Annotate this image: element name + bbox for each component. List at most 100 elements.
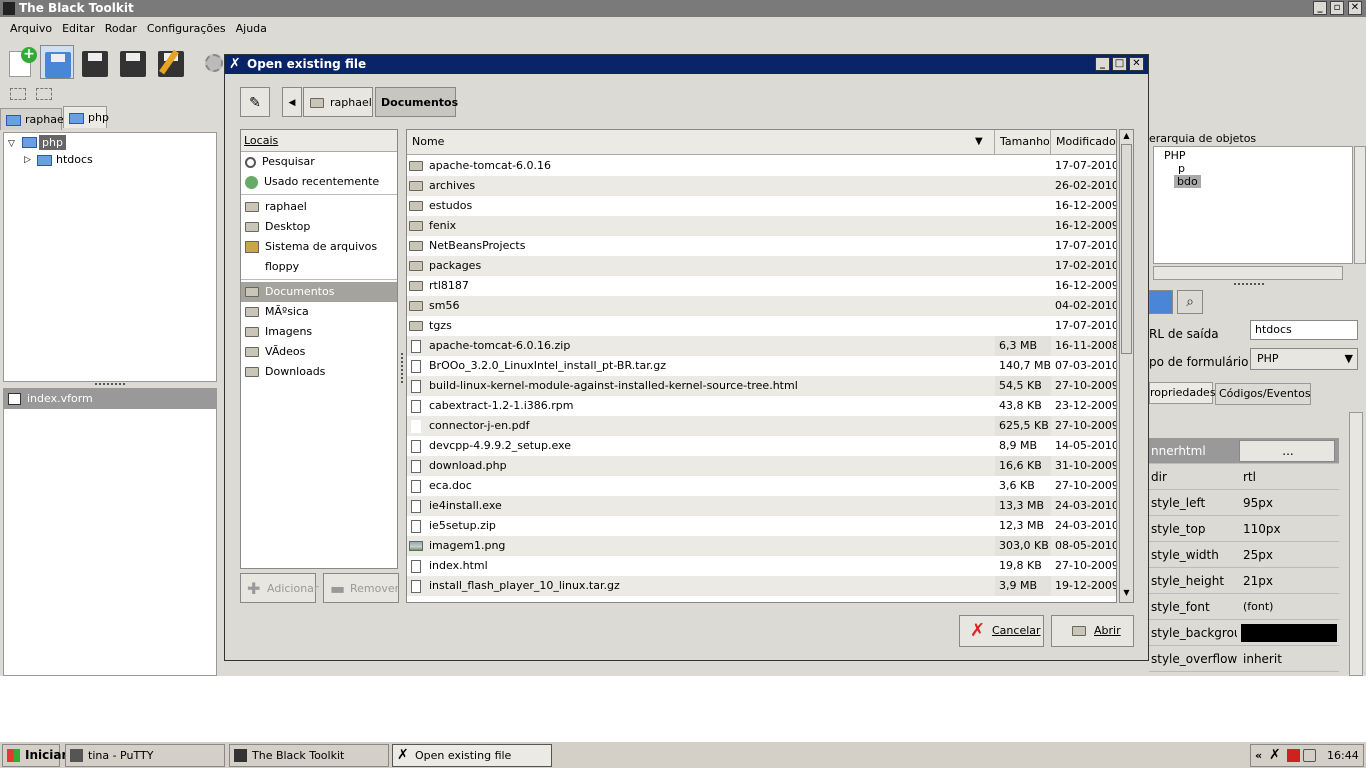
file-row[interactable]: apache-tomcat-6.0.16.zip 6,3 MB 16-11-2008 xyxy=(407,336,1116,356)
scroll-up-icon[interactable]: ▲ xyxy=(1121,131,1132,143)
menu-rodar[interactable]: Rodar xyxy=(100,18,142,40)
prop-row[interactable]: style_width 25px xyxy=(1149,542,1339,568)
place-pesquisar[interactable]: Pesquisar xyxy=(241,152,397,172)
place-desktop[interactable]: Desktop xyxy=(241,217,397,237)
tray-expand[interactable]: « xyxy=(1255,745,1262,766)
file-row[interactable]: rtl8187 16-12-2009 xyxy=(407,276,1116,296)
dialog-minimize-button[interactable]: _ xyxy=(1095,57,1110,71)
prop-row[interactable]: style_overflow inherit xyxy=(1149,646,1339,672)
menu-configuracoes[interactable]: Configurações xyxy=(142,18,231,40)
close-button[interactable]: ✕ xyxy=(1348,1,1362,15)
prop-row[interactable]: style_backgrour xyxy=(1149,620,1339,646)
type-location-button[interactable]: ✎ xyxy=(240,87,270,117)
task-putty[interactable]: tina - PuTTY xyxy=(65,744,225,767)
expand-arrow-icon[interactable]: ▽ xyxy=(8,139,15,149)
places-header[interactable]: Locais xyxy=(241,130,397,152)
column-size[interactable]: Tamanho xyxy=(995,130,1051,154)
form-type-select[interactable]: PHP ▼ xyxy=(1250,348,1358,370)
file-row[interactable]: ie4install.exe 13,3 MB 24-03-2010 xyxy=(407,496,1116,516)
place-downloads[interactable]: Downloads xyxy=(241,362,397,382)
menu-editar[interactable]: Editar xyxy=(57,18,100,40)
file-row[interactable]: imagem1.png 303,0 KB 08-05-2010 xyxy=(407,536,1116,556)
tab-php[interactable]: php xyxy=(63,106,109,128)
place-recentes[interactable]: Usado recentemente xyxy=(241,172,397,192)
remove-place-button[interactable]: ▬ Remover xyxy=(323,573,399,603)
file-row[interactable]: build-linux-kernel-module-against-instal… xyxy=(407,376,1116,396)
url-input[interactable]: htdocs xyxy=(1250,320,1358,340)
save-as-button[interactable] xyxy=(116,45,150,79)
tree-node-php[interactable]: PHP xyxy=(1164,149,1186,162)
place-imagens[interactable]: Imagens xyxy=(241,322,397,342)
file-row[interactable]: devcpp-4.9.9.2_setup.exe 8,9 MB 14-05-2010 xyxy=(407,436,1116,456)
prop-value-button[interactable]: ... xyxy=(1239,440,1335,462)
list-item-index-vform[interactable]: index.vform xyxy=(4,389,216,409)
file-row[interactable]: packages 17-02-2010 xyxy=(407,256,1116,276)
tree-item-htdocs[interactable]: htdocs xyxy=(56,152,93,167)
file-row[interactable]: eca.doc 3,6 KB 27-10-2009 xyxy=(407,476,1116,496)
x-tray-icon[interactable]: ✗ xyxy=(1269,745,1281,766)
tree-node-p[interactable]: p xyxy=(1178,162,1185,175)
tab-codes-events[interactable]: Códigos/Eventos xyxy=(1215,383,1311,405)
splitter-handle[interactable] xyxy=(1234,283,1264,285)
edit-button[interactable] xyxy=(154,45,188,79)
menu-arquivo[interactable]: Arquivo xyxy=(5,18,57,40)
properties-scrollbar[interactable] xyxy=(1349,412,1363,676)
path-documentos-button[interactable]: Documentos xyxy=(375,87,458,117)
hierarchy-scrollbar[interactable] xyxy=(1354,146,1366,264)
place-videos[interactable]: VÃdeos xyxy=(241,342,397,362)
help-icon[interactable] xyxy=(1149,290,1173,314)
file-row[interactable]: BrOOo_3.2.0_LinuxIntel_install_pt-BR.tar… xyxy=(407,356,1116,376)
file-row[interactable]: estudos 16-12-2009 xyxy=(407,196,1116,216)
column-name[interactable]: Nome ▼ xyxy=(407,130,995,154)
collapse-arrow-icon[interactable]: ▷ xyxy=(24,155,31,165)
path-back-button[interactable]: ◀ xyxy=(282,87,302,117)
path-raphael-button[interactable]: raphael xyxy=(303,87,373,117)
prop-row[interactable]: dir rtl xyxy=(1149,464,1339,490)
dialog-maximize-button[interactable]: □ xyxy=(1112,57,1127,71)
color-swatch[interactable] xyxy=(1241,624,1337,642)
task-black-toolkit[interactable]: The Black Toolkit xyxy=(229,744,389,767)
prop-row[interactable]: style_height 21px xyxy=(1149,568,1339,594)
hierarchy-hscrollbar[interactable] xyxy=(1153,266,1343,280)
file-row[interactable]: archives 26-02-2010 xyxy=(407,176,1116,196)
minimize-button[interactable]: _ xyxy=(1313,1,1327,15)
place-musica[interactable]: MÃºsica xyxy=(241,302,397,322)
dialog-close-button[interactable]: ✕ xyxy=(1129,57,1144,71)
file-row[interactable]: cabextract-1.2-1.i386.rpm 43,8 KB 23-12-20… xyxy=(407,396,1116,416)
cancel-button[interactable]: ✗ Cancelar xyxy=(959,615,1044,647)
zoom-icon[interactable]: ⌕ xyxy=(1177,290,1203,314)
file-row[interactable]: NetBeansProjects 17-07-2010 xyxy=(407,236,1116,256)
place-sistema[interactable]: Sistema de arquivos xyxy=(241,237,397,257)
tab-raphael[interactable]: raphael xyxy=(0,108,67,130)
prop-row[interactable]: style_left 95px xyxy=(1149,490,1339,516)
prop-row[interactable]: style_font (font) xyxy=(1149,594,1339,620)
maximize-button[interactable]: ▫ xyxy=(1330,1,1344,15)
column-modified[interactable]: Modificado xyxy=(1051,130,1116,154)
file-row[interactable]: ie5setup.zip 12,3 MB 24-03-2010 xyxy=(407,516,1116,536)
pane-splitter[interactable] xyxy=(401,353,404,383)
file-row[interactable]: index.html 19,8 KB 27-10-2009 xyxy=(407,556,1116,576)
file-row[interactable]: fenix 16-12-2009 xyxy=(407,216,1116,236)
scroll-down-icon[interactable]: ▼ xyxy=(1121,588,1132,600)
file-row[interactable]: sm56 04-02-2010 xyxy=(407,296,1116,316)
tree-item-php[interactable]: php xyxy=(39,135,66,150)
file-row[interactable]: tgzs 17-07-2010 xyxy=(407,316,1116,336)
open-button[interactable]: Abrir xyxy=(1051,615,1134,647)
tray-app-icon[interactable] xyxy=(1287,749,1300,762)
file-row[interactable]: install_flash_player_10_linux.tar.gz 3,9 … xyxy=(407,576,1116,596)
scroll-thumb[interactable] xyxy=(1121,144,1132,354)
file-row[interactable]: apache-tomcat-6.0.16 17-07-2010 xyxy=(407,156,1116,176)
place-raphael[interactable]: raphael xyxy=(241,197,397,217)
open-button[interactable] xyxy=(40,45,74,79)
menu-ajuda[interactable]: Ajuda xyxy=(231,18,272,40)
prop-row[interactable]: style_top 110px xyxy=(1149,516,1339,542)
file-row[interactable]: download.php 16,6 KB 31-10-2009 xyxy=(407,456,1116,476)
add-place-button[interactable]: ✚ Adicionar xyxy=(240,573,318,603)
place-documentos[interactable]: Documentos xyxy=(241,282,397,302)
task-open-file[interactable]: ✗ Open existing file xyxy=(392,744,552,767)
new-file-button[interactable]: + xyxy=(5,45,39,79)
splitter-handle[interactable] xyxy=(95,383,125,386)
file-list-scrollbar[interactable]: ▲ ▼ xyxy=(1119,129,1134,603)
tree-node-bdo[interactable]: bdo xyxy=(1174,175,1201,188)
prop-row[interactable]: nnerhtml... xyxy=(1149,438,1339,464)
